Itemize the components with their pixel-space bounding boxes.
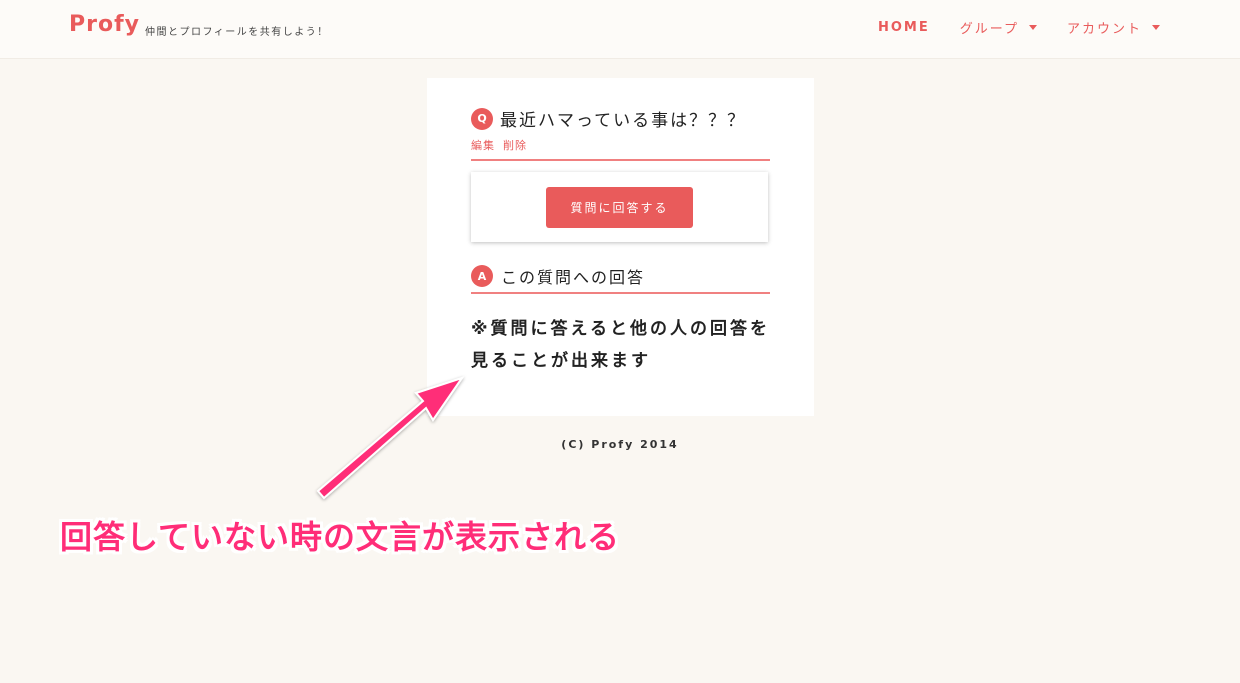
nav-group-label: グループ (959, 22, 1019, 37)
divider (471, 159, 770, 161)
answer-panel: 質問に回答する (471, 172, 768, 242)
footer-copyright: (C) Profy 2014 (561, 438, 679, 451)
answers-heading: A この質問への回答 (471, 264, 645, 288)
answer-question-button[interactable]: 質問に回答する (546, 187, 693, 228)
nav-home-label: HOME (878, 20, 930, 35)
answer-badge: A (471, 265, 493, 287)
divider (471, 292, 770, 294)
brand-logo[interactable]: Profy (69, 12, 140, 37)
question-card: Q 最近ハマっている事は？？？ 編集 削除 質問に回答する A この質問への回答… (427, 78, 814, 416)
annotation-caption: 回答していない時の文言が表示される (60, 518, 621, 556)
question-actions: 編集 削除 (471, 137, 527, 153)
chevron-down-icon (1028, 25, 1037, 30)
question-title: 最近ハマっている事は？？？ (500, 111, 747, 131)
nav-group-dropdown[interactable]: グループ (960, 18, 1037, 37)
nav-home[interactable]: HOME (878, 20, 930, 35)
chevron-down-icon (1152, 25, 1160, 30)
question-heading: Q 最近ハマっている事は？？？ (471, 106, 746, 131)
navbar: Profy 仲間とプロフィールを共有しよう！ HOME グループ アカウント (0, 0, 1240, 59)
no-answer-notice: ※質問に答えると他の人の回答を見ることが出来ます (471, 319, 771, 371)
page: Profy 仲間とプロフィールを共有しよう！ HOME グループ アカウント Q… (0, 0, 1240, 683)
delete-link[interactable]: 削除 (503, 137, 527, 153)
question-badge: Q (471, 107, 493, 130)
main-nav: HOME グループ アカウント (878, 18, 1160, 37)
nav-account-dropdown[interactable]: アカウント (1067, 18, 1160, 37)
answers-title: この質問への回答 (501, 268, 646, 287)
edit-link[interactable]: 編集 (471, 137, 495, 153)
nav-account-label: アカウント (1066, 22, 1142, 37)
tagline: 仲間とプロフィールを共有しよう！ (145, 27, 329, 38)
